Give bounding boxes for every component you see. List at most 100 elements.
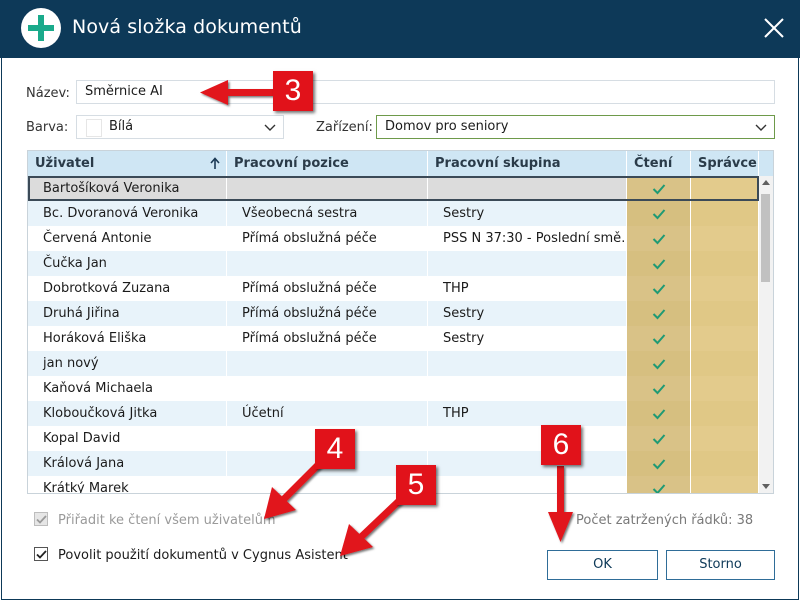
cell-position: Přímá obslužná péče [227,226,428,251]
cell-admin-checkbox[interactable] [691,426,759,451]
table-row[interactable]: Horáková Eliška Přímá obslužná péče Sestry [28,326,759,351]
table-row[interactable]: Králová Jana [28,451,759,476]
checkmark-icon [652,433,665,444]
cell-group [428,176,627,201]
table-row[interactable]: Dobrotková Zuzana Přímá obslužná péče THP [28,276,759,301]
cell-read-checkbox[interactable] [627,401,691,426]
allow-assistant-checkbox[interactable] [34,547,48,561]
cell-user: Bartošíková Veronika [28,176,227,201]
cell-group: Sestry [428,201,627,226]
cell-position: Účetní [227,401,428,426]
cell-position: Přímá obslužná péče [227,276,428,301]
cell-read-checkbox[interactable] [627,176,691,201]
cell-read-checkbox[interactable] [627,251,691,276]
cell-user: Červená Antonie [28,226,227,251]
cell-admin-checkbox[interactable] [691,176,759,201]
scroll-down-icon[interactable] [762,484,770,490]
header-pad [759,151,773,176]
cell-position [227,251,428,276]
cell-admin-checkbox[interactable] [691,376,759,401]
column-header-position[interactable]: Pracovní pozice [227,151,428,176]
table-row[interactable]: Kopal David [28,426,759,451]
cell-group [428,451,627,476]
cell-admin-checkbox[interactable] [691,201,759,226]
checkmark-icon [652,333,665,344]
table-row[interactable]: Červená Antonie Přímá obslužná péče PSS N … [28,226,759,251]
cell-user: Bc. Dvoranová Veronika [28,201,227,226]
table-row[interactable]: Kloboučková Jitka Účetní THP [28,401,759,426]
cell-read-checkbox[interactable] [627,376,691,401]
close-button[interactable] [762,16,786,40]
cell-read-checkbox[interactable] [627,426,691,451]
facility-value: Domov pro seniory [385,119,509,134]
close-icon[interactable] [762,16,786,40]
checkmark-icon [652,358,665,369]
cell-read-checkbox[interactable] [627,326,691,351]
ok-button[interactable]: OK [547,550,658,580]
annotation-callout-5: 5 [396,465,436,505]
cell-group [428,376,627,401]
column-header-group[interactable]: Pracovní skupina [428,151,627,176]
scroll-thumb[interactable] [761,194,770,282]
cell-read-checkbox[interactable] [627,226,691,251]
cell-group: Sestry [428,326,627,351]
grid-header: Uživatel Pracovní pozice Pracovní skupin… [28,151,759,176]
table-row[interactable]: Krátký Marek [28,476,759,493]
checkmark-icon [36,515,47,524]
column-header-user[interactable]: Uživatel [28,151,227,176]
cell-position: Přímá obslužná péče [227,301,428,326]
color-label: Barva: [26,120,69,135]
name-input[interactable]: Směrnice AI [76,80,775,104]
assign-read-checkbox[interactable] [34,512,48,526]
cell-user: Horáková Eliška [28,326,227,351]
chevron-down-icon [755,124,767,131]
checkmark-icon [652,458,665,469]
vertical-scrollbar[interactable] [759,176,773,493]
cell-read-checkbox[interactable] [627,351,691,376]
checkmark-icon [652,183,665,194]
cell-group [428,351,627,376]
cell-admin-checkbox[interactable] [691,326,759,351]
cell-admin-checkbox[interactable] [691,251,759,276]
cell-read-checkbox[interactable] [627,476,691,493]
users-grid: Uživatel Pracovní pozice Pracovní skupin… [27,150,774,494]
cell-admin-checkbox[interactable] [691,351,759,376]
cell-read-checkbox[interactable] [627,451,691,476]
cell-admin-checkbox[interactable] [691,401,759,426]
cell-position [227,351,428,376]
color-select[interactable]: Bílá [76,115,284,139]
cell-read-checkbox[interactable] [627,276,691,301]
table-row[interactable]: Bc. Dvoranová Veronika Všeobecná sestra Se… [28,201,759,226]
cancel-button[interactable]: Storno [666,550,775,580]
cell-user: Krátký Marek [28,476,227,493]
table-row[interactable]: Čučka Jan [28,251,759,276]
sort-ascending-icon [210,157,220,169]
checkmark-icon [652,383,665,394]
table-row[interactable]: jan nový [28,351,759,376]
cell-group: Sestry [428,301,627,326]
scroll-up-icon[interactable] [762,179,770,185]
cell-position [227,376,428,401]
facility-select[interactable]: Domov pro seniory [376,115,775,139]
cell-user: Druhá Jiřina [28,301,227,326]
cell-group: THP [428,401,627,426]
table-row[interactable]: Bartošíková Veronika [28,176,759,201]
cell-user: jan nový [28,351,227,376]
name-label: Název: [26,86,70,101]
checked-rows-count: Počet zatržených řádků: 38 [576,513,754,528]
cell-read-checkbox[interactable] [627,201,691,226]
column-header-read[interactable]: Čtení [627,151,691,176]
cell-read-checkbox[interactable] [627,301,691,326]
cell-admin-checkbox[interactable] [691,476,759,493]
cell-user: Králová Jana [28,451,227,476]
cell-admin-checkbox[interactable] [691,301,759,326]
cell-position [227,176,428,201]
annotation-callout-6: 6 [541,425,581,465]
cell-position: Přímá obslužná péče [227,326,428,351]
table-row[interactable]: Kaňová Michaela [28,376,759,401]
table-row[interactable]: Druhá Jiřina Přímá obslužná péče Sestry [28,301,759,326]
cell-admin-checkbox[interactable] [691,226,759,251]
cell-admin-checkbox[interactable] [691,451,759,476]
cell-admin-checkbox[interactable] [691,276,759,301]
column-header-admin[interactable]: Správce [691,151,759,176]
